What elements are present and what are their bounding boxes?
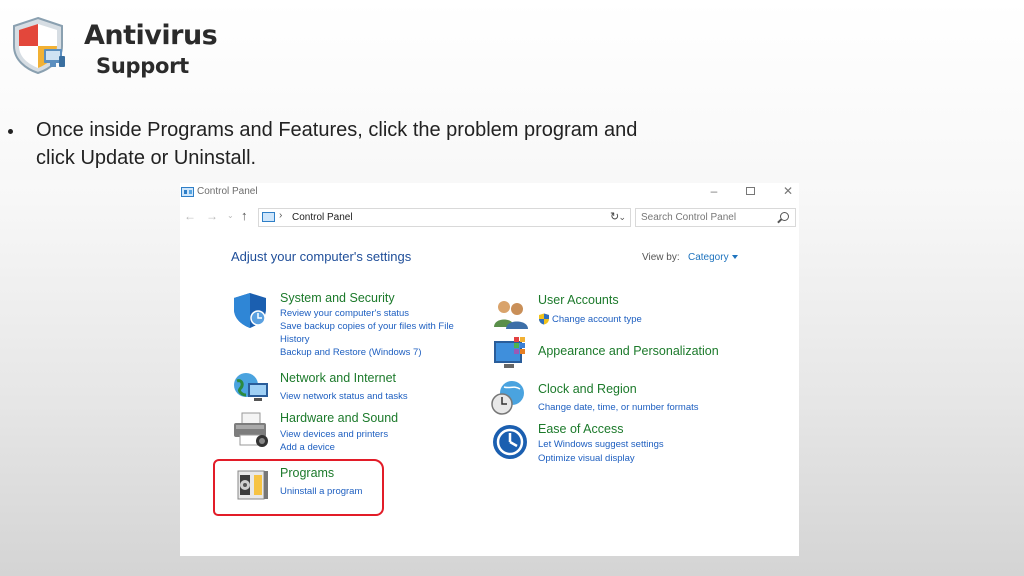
- back-arrow-icon[interactable]: ←: [184, 209, 196, 223]
- file-history-link-cont[interactable]: History: [280, 333, 310, 346]
- maximize-icon: [745, 187, 755, 195]
- file-history-link[interactable]: Save backup copies of your files with Fi…: [280, 320, 454, 333]
- minimize-button[interactable]: –: [696, 183, 732, 201]
- maximize-button[interactable]: [732, 183, 768, 201]
- uac-shield-icon: [539, 313, 549, 325]
- logo-subtitle: Support: [96, 54, 189, 78]
- appearance-personalization-link[interactable]: Appearance and Personalization: [538, 344, 719, 358]
- suggest-settings-link[interactable]: Let Windows suggest settings: [538, 438, 664, 451]
- optimize-display-link[interactable]: Optimize visual display: [538, 452, 635, 465]
- control-panel-window: Control Panel – ✕ ← → ⌄ ↑ › Control Pane…: [180, 183, 799, 556]
- view-by-dropdown[interactable]: Category: [688, 252, 729, 263]
- user-accounts-link[interactable]: User Accounts: [538, 293, 619, 307]
- review-status-link[interactable]: Review your computer's status: [280, 307, 409, 320]
- breadcrumb-separator-icon: ›: [279, 210, 283, 221]
- network-internet-link[interactable]: Network and Internet: [280, 371, 396, 385]
- network-globe-icon: [234, 373, 268, 401]
- ease-of-access-icon: [493, 425, 527, 459]
- search-input[interactable]: Search Control Panel: [635, 208, 796, 227]
- instruction-text: Once inside Programs and Features, click…: [36, 119, 638, 169]
- up-arrow-icon[interactable]: ↑: [241, 208, 248, 223]
- network-status-link[interactable]: View network status and tasks: [280, 390, 408, 403]
- title-bar: Control Panel – ✕: [180, 183, 799, 205]
- address-bar[interactable]: › Control Panel ⌄: [258, 208, 631, 227]
- view-by-label: View by:: [642, 252, 680, 263]
- control-panel-icon: [181, 187, 194, 197]
- refresh-icon[interactable]: ↻: [610, 210, 619, 223]
- search-placeholder: Search Control Panel: [641, 212, 737, 223]
- bullet-dot: [8, 129, 13, 134]
- add-device-link[interactable]: Add a device: [280, 441, 335, 454]
- close-button[interactable]: ✕: [770, 183, 799, 201]
- page-title: Adjust your computer's settings: [231, 249, 412, 264]
- appearance-monitor-icon: [494, 337, 525, 368]
- antivirus-support-logo: Antivirus Support: [10, 12, 218, 78]
- hardware-sound-link[interactable]: Hardware and Sound: [280, 411, 398, 425]
- change-account-type-link[interactable]: Change account type: [552, 313, 642, 326]
- clock-region-link[interactable]: Clock and Region: [538, 382, 637, 396]
- breadcrumb[interactable]: Control Panel: [292, 212, 353, 223]
- window-title: Control Panel: [197, 186, 258, 197]
- printer-icon: [234, 412, 268, 447]
- clock-globe-icon: [491, 381, 524, 415]
- system-security-link[interactable]: System and Security: [280, 291, 395, 305]
- logo-title: Antivirus: [84, 20, 218, 51]
- recent-locations-icon[interactable]: ⌄: [227, 211, 234, 220]
- ease-of-access-link[interactable]: Ease of Access: [538, 422, 623, 436]
- change-date-formats-link[interactable]: Change date, time, or number formats: [538, 401, 699, 414]
- search-icon[interactable]: [780, 212, 789, 221]
- backup-restore-link[interactable]: Backup and Restore (Windows 7): [280, 346, 422, 359]
- caret-down-icon[interactable]: [732, 255, 738, 259]
- forward-arrow-icon[interactable]: →: [206, 209, 218, 223]
- shield-logo-icon: [13, 16, 65, 74]
- devices-printers-link[interactable]: View devices and printers: [280, 428, 388, 441]
- control-panel-icon: [262, 212, 275, 222]
- user-accounts-icon: [494, 301, 528, 329]
- programs-highlight-annotation: [213, 459, 384, 516]
- security-shield-icon: [234, 293, 266, 328]
- navigation-bar: ← → ⌄ ↑ › Control Panel ⌄ ↻ Search Contr…: [180, 207, 799, 229]
- chevron-down-icon[interactable]: ⌄: [618, 212, 626, 223]
